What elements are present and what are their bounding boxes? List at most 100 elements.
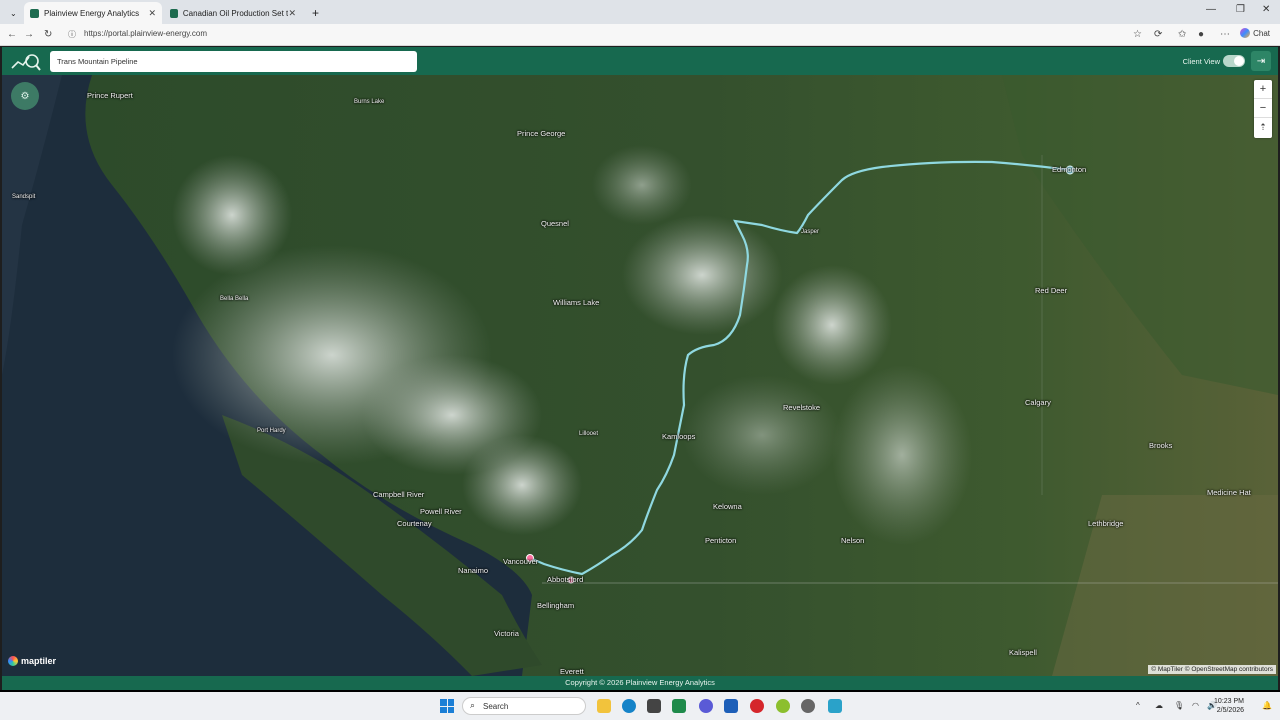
- app-footer: Copyright © 2026 Plainview Energy Analyt…: [2, 676, 1278, 690]
- media-app-icon[interactable]: [750, 699, 764, 713]
- map-view[interactable]: Prince Rupert Burns Lake Prince George S…: [2, 75, 1278, 676]
- teams-icon[interactable]: [699, 699, 713, 713]
- settings-app-icon[interactable]: [801, 699, 815, 713]
- place-label: Victoria: [494, 629, 519, 638]
- pipeline-layer: [526, 160, 1075, 584]
- place-label: Burns Lake: [354, 99, 385, 105]
- plainview-logo-icon: [11, 54, 41, 71]
- compass-reset-button[interactable]: ⇡: [1254, 118, 1272, 137]
- windows-taskbar: ⌕ Search ^ ☁ 🎙 ◠ 🔊 10:23 PM 2/5/2026 🔔: [0, 692, 1280, 720]
- place-label: Brooks: [1149, 441, 1173, 450]
- place-label: Campbell River: [373, 490, 425, 499]
- outlook-icon[interactable]: [724, 699, 738, 713]
- place-label: Calgary: [1025, 398, 1051, 407]
- place-label: Bellingham: [537, 601, 575, 610]
- place-label: Prince Rupert: [87, 91, 133, 100]
- terminal-icon[interactable]: [647, 699, 661, 713]
- client-view-toggle[interactable]: [1223, 55, 1245, 67]
- clock-time: 10:23 PM: [1214, 698, 1244, 705]
- place-label: Williams Lake: [553, 298, 600, 307]
- address-bar: ← → ↻ ⓘ https://portal.plainview-energy.…: [0, 24, 1280, 46]
- place-label: Sandspit: [12, 194, 36, 200]
- tray-overflow-icon[interactable]: ^: [1136, 701, 1140, 710]
- edge-browser-icon[interactable]: [622, 699, 636, 713]
- gear-icon: ⚙: [20, 90, 30, 102]
- place-label: Kelowna: [713, 502, 742, 511]
- place-label: Powell River: [420, 507, 462, 516]
- app-header: Trans Mountain Pipeline Client View ⇥: [2, 47, 1278, 75]
- plainview-favicon-icon: [30, 8, 39, 18]
- copilot-icon: [1240, 28, 1251, 38]
- place-label: Medicine Hat: [1207, 488, 1251, 497]
- place-label: Lillooet: [579, 431, 599, 437]
- zoom-out-button[interactable]: −: [1254, 99, 1272, 118]
- place-label: Quesnel: [541, 219, 569, 228]
- tab-title: Canadian Oil Production Set to Gr: [182, 8, 289, 18]
- favorite-star-icon[interactable]: ☆: [1133, 29, 1142, 40]
- place-label: Penticton: [705, 536, 737, 545]
- maximize-icon[interactable]: ❐: [1236, 4, 1245, 15]
- qlik-icon[interactable]: [776, 699, 790, 713]
- place-label: Red Deer: [1035, 286, 1068, 295]
- zoom-in-button[interactable]: +: [1254, 80, 1272, 99]
- place-label: Bella Bella: [220, 296, 249, 302]
- close-tab-icon[interactable]: ✕: [288, 8, 296, 19]
- back-icon[interactable]: ←: [7, 29, 17, 40]
- taskbar-search-input[interactable]: ⌕ Search: [462, 697, 586, 715]
- system-clock[interactable]: 10:23 PM 2/5/2026: [1214, 697, 1244, 715]
- minimize-icon[interactable]: —: [1206, 4, 1216, 15]
- wifi-icon[interactable]: ◠: [1192, 701, 1199, 710]
- substack-favicon-icon: [170, 8, 178, 18]
- browser-tab-bar: ⌄ Plainview Energy Analytics ✕ Canadian …: [0, 0, 1280, 24]
- place-label: Nelson: [841, 536, 865, 545]
- maptiler-logo-text: maptiler: [21, 656, 57, 666]
- url-field[interactable]: https://portal.plainview-energy.com: [84, 29, 207, 38]
- map-attribution[interactable]: © MapTiler © OpenStreetMap contributors: [1148, 665, 1276, 674]
- taskbar-search-placeholder: Search: [483, 702, 509, 711]
- place-label: Revelstoke: [783, 403, 821, 412]
- place-label: Lethbridge: [1088, 519, 1124, 528]
- trans-mountain-pipeline-route[interactable]: [529, 160, 1071, 576]
- start-button-icon[interactable]: [440, 699, 454, 713]
- tab-title: Plainview Energy Analytics: [44, 8, 140, 18]
- forward-icon[interactable]: →: [24, 29, 34, 40]
- place-label: Courtenay: [397, 519, 432, 528]
- close-tab-icon[interactable]: ✕: [148, 8, 156, 19]
- new-tab-button[interactable]: +: [306, 2, 324, 24]
- logout-icon[interactable]: ⇥: [1251, 51, 1271, 71]
- close-window-icon[interactable]: ✕: [1262, 4, 1270, 15]
- zoom-controls: + − ⇡: [1254, 80, 1272, 138]
- place-label: Edmonton: [1052, 165, 1087, 174]
- place-label: Port Hardy: [257, 428, 286, 434]
- refresh-icon[interactable]: ↻: [44, 29, 52, 40]
- excel-icon[interactable]: [672, 699, 686, 713]
- maptiler-icon: [8, 656, 18, 666]
- client-view-label: Client View: [1182, 57, 1220, 66]
- place-label: Kalispell: [1009, 648, 1037, 657]
- site-info-icon[interactable]: ⓘ: [68, 29, 76, 40]
- extensions-icon[interactable]: ⟳: [1154, 29, 1162, 40]
- more-menu-icon[interactable]: ⋯: [1220, 29, 1230, 40]
- tab-list-button[interactable]: ⌄: [4, 2, 20, 24]
- place-label: Jasper: [801, 229, 820, 235]
- place-label: Prince George: [517, 129, 566, 138]
- notepad-icon[interactable]: [828, 699, 842, 713]
- search-input[interactable]: Trans Mountain Pipeline: [50, 51, 417, 72]
- search-icon: ⌕: [470, 700, 476, 710]
- favorites-icon[interactable]: ✩: [1178, 29, 1186, 40]
- maptiler-logo[interactable]: maptiler: [8, 656, 56, 666]
- notifications-icon[interactable]: 🔔: [1262, 701, 1272, 710]
- file-explorer-icon[interactable]: [597, 699, 611, 713]
- onedrive-icon[interactable]: ☁: [1155, 701, 1163, 710]
- microphone-icon[interactable]: 🎙: [1174, 701, 1184, 710]
- tab-plainview[interactable]: Plainview Energy Analytics ✕: [24, 2, 162, 24]
- copilot-chat-button[interactable]: Chat: [1240, 28, 1270, 38]
- place-label: Nanaimo: [458, 566, 489, 575]
- map-settings-button[interactable]: ⚙: [11, 82, 39, 110]
- place-label: Kamloops: [662, 432, 696, 441]
- chat-label: Chat: [1253, 28, 1270, 38]
- tab-canadian-oil[interactable]: Canadian Oil Production Set to Gr ✕: [164, 2, 302, 24]
- place-label: Vancouver: [503, 557, 539, 566]
- clock-date: 2/5/2026: [1216, 707, 1244, 714]
- profile-avatar-icon[interactable]: ●: [1198, 29, 1204, 40]
